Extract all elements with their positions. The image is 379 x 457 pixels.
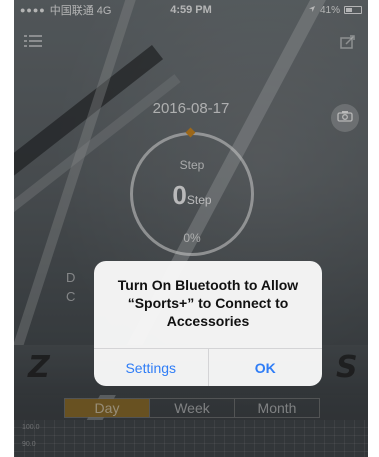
phone-screen: Z S ●●●● 中国联通 4G 4:59 PM 41% 2016-08-17 … xyxy=(14,0,368,457)
modal-backdrop xyxy=(14,0,368,457)
alert-actions: Settings OK xyxy=(94,348,322,386)
ok-button[interactable]: OK xyxy=(207,349,323,386)
settings-button[interactable]: Settings xyxy=(94,349,208,386)
bluetooth-alert: Turn On Bluetooth to Allow “Sports+” to … xyxy=(94,261,322,386)
alert-message: Turn On Bluetooth to Allow “Sports+” to … xyxy=(117,277,299,329)
